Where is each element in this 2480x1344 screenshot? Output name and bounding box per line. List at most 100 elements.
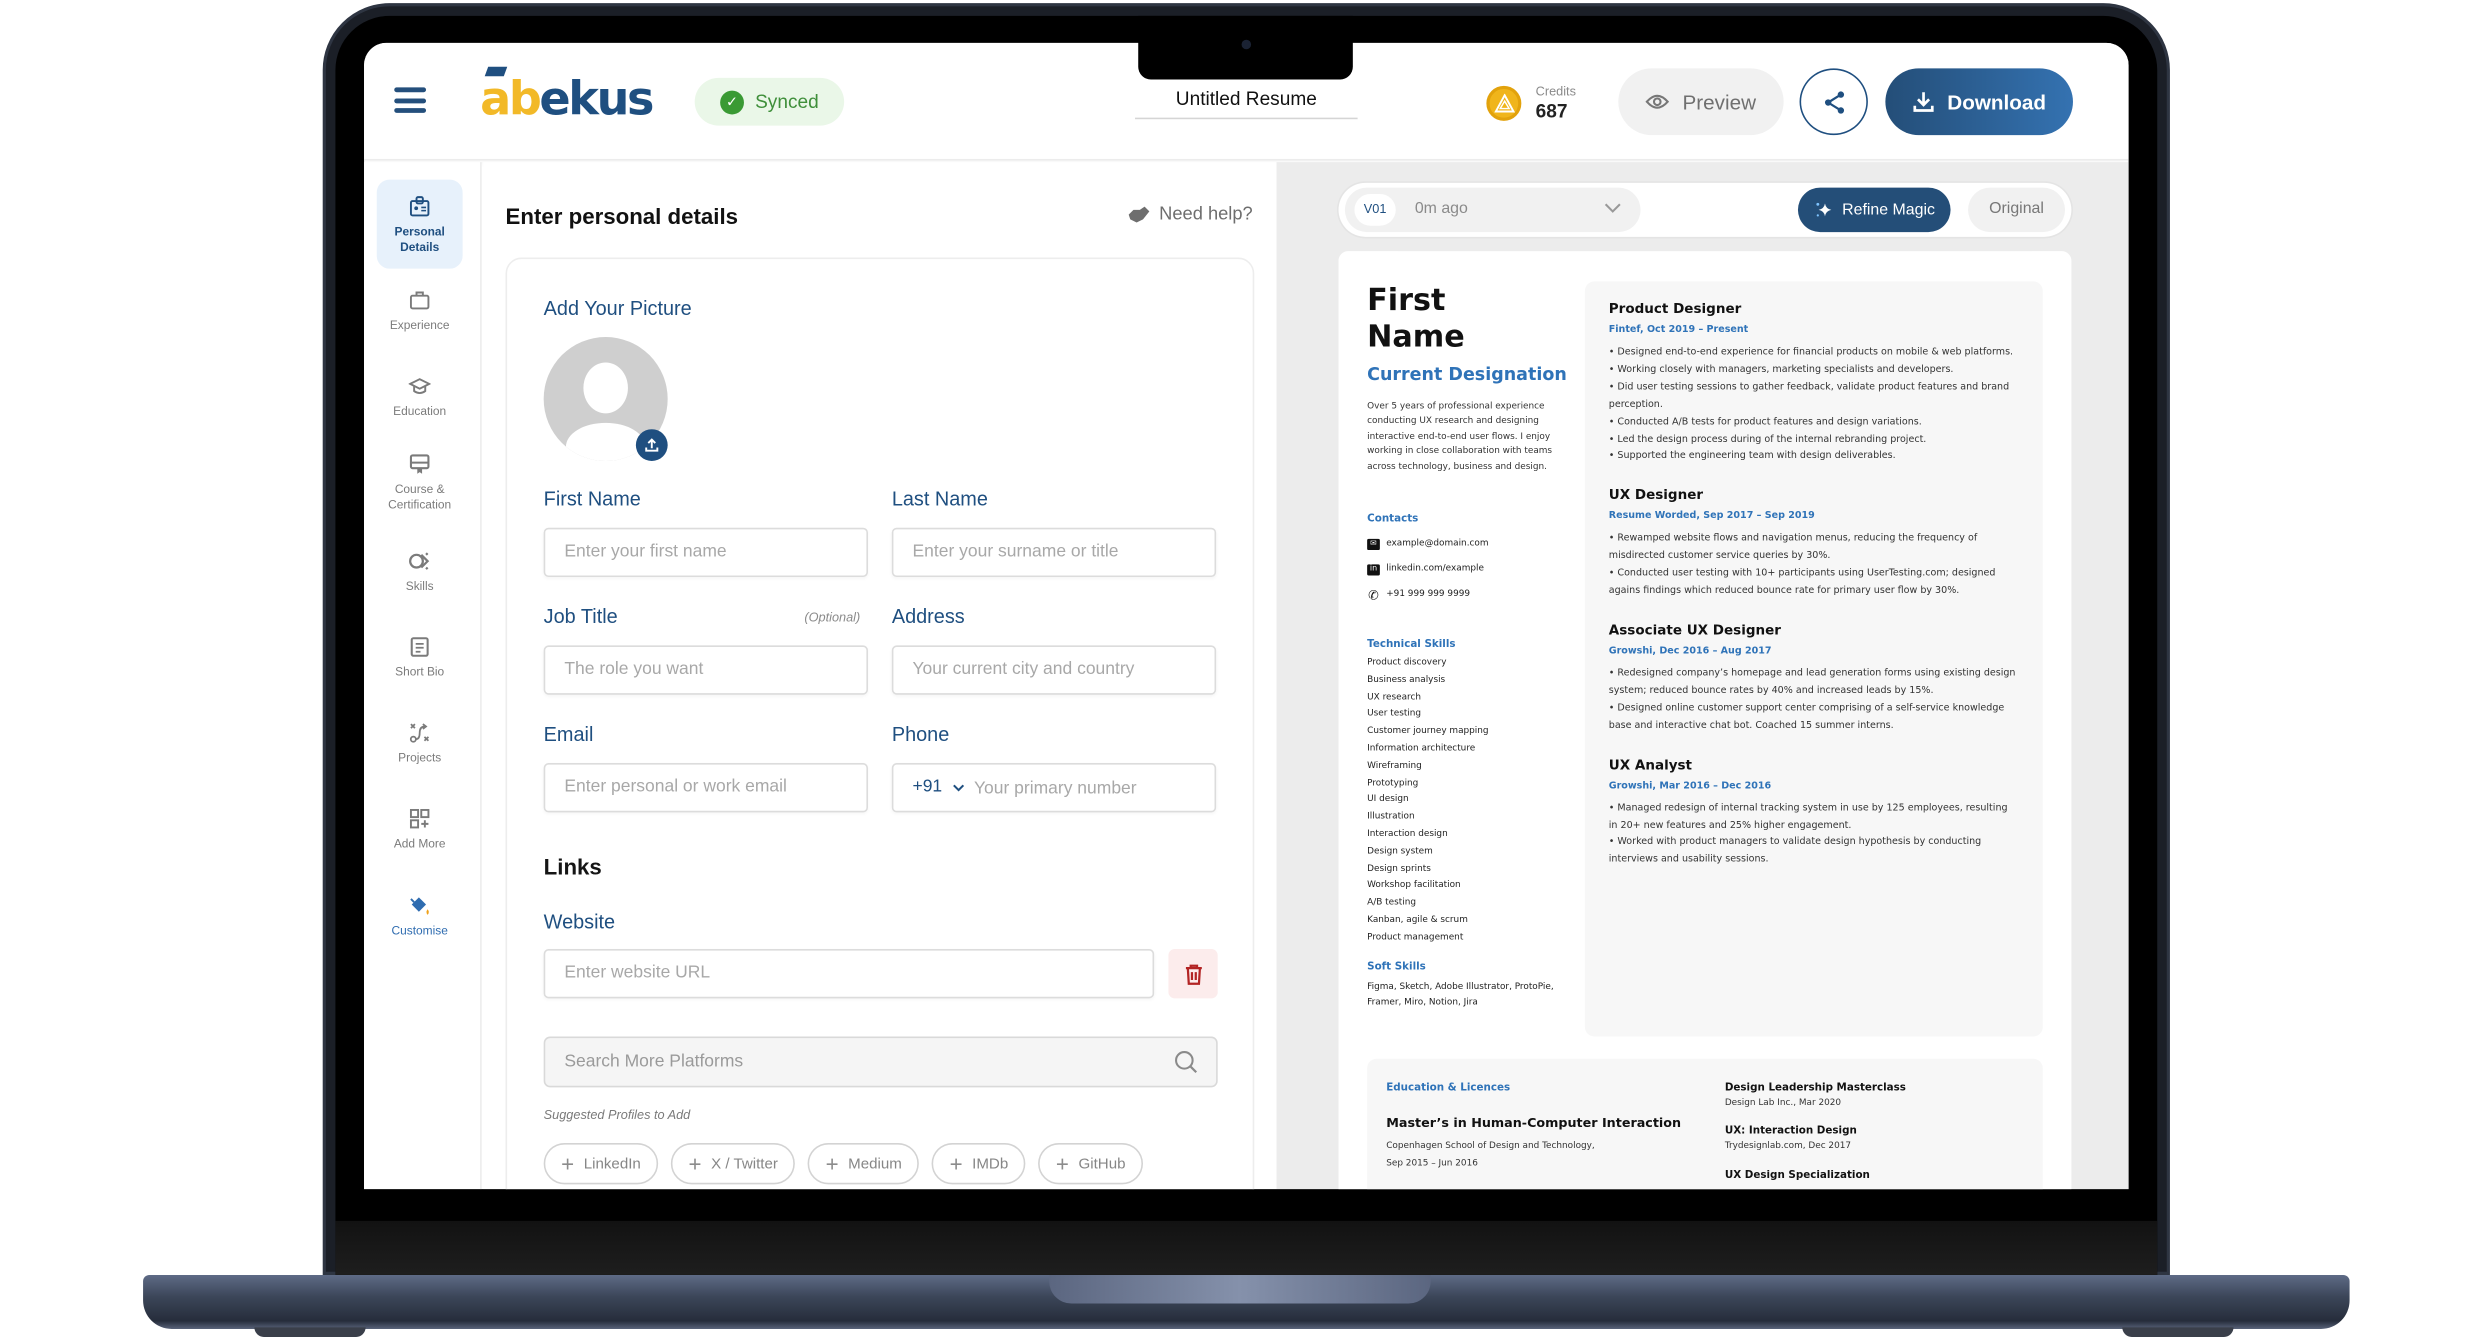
sidebar-item-label: Course & Certification [388, 481, 452, 512]
credits-value: 687 [1535, 100, 1568, 123]
sidebar-item-short-bio[interactable]: Short Bio [377, 636, 463, 681]
add-linkedin-chip[interactable]: + LinkedIn [543, 1142, 659, 1185]
last-name-input[interactable] [912, 542, 1215, 562]
technical-skills-list: Product discovery Business analysis UX res… [1367, 655, 1574, 947]
version-select[interactable]: V01 0m ago [1344, 187, 1641, 233]
certificate-issuer: Design Lab Inc., Mar 2020 [1724, 1098, 1842, 1109]
search-icon[interactable] [1173, 1049, 1198, 1074]
contact-phone-text: +91 999 999 9999 [1386, 589, 1471, 600]
credits-display: Credits 687 [1486, 78, 1576, 129]
sparkle-icon [1816, 202, 1832, 217]
website-input[interactable] [564, 963, 1153, 983]
links-heading: Links [543, 853, 602, 880]
sidebar-item-personal-details[interactable]: Personal Details [376, 179, 463, 269]
technical-skill-item: Product management [1367, 932, 1464, 943]
version-toolbar: V01 0m ago Refine Magic Original [1338, 182, 2072, 237]
menu-icon[interactable] [394, 87, 427, 113]
sidebar-item-customise[interactable]: Customise [377, 895, 463, 940]
preview-label: Preview [1682, 89, 1757, 114]
laptop-foot [254, 1327, 366, 1337]
technical-skill-item: Product discovery [1367, 658, 1447, 668]
last-name-field[interactable] [891, 527, 1217, 578]
job-company: Resume Worded, Sep 2017 – Sep 2019 [1608, 510, 1815, 522]
address-input[interactable] [912, 659, 1215, 679]
sidebar-item-skills[interactable]: Skills [377, 550, 463, 595]
chevron-down-icon[interactable] [952, 783, 965, 793]
sidebar-item-experience[interactable]: Experience [377, 289, 463, 334]
refine-magic-label: Refine Magic [1842, 201, 1935, 219]
degree-title: Master’s in Human-Computer Interaction [1386, 1115, 1682, 1131]
refine-magic-button[interactable]: Refine Magic [1797, 187, 1951, 233]
email-field[interactable] [543, 763, 868, 813]
credit-coin-icon [1486, 85, 1522, 121]
job-company: Growshi, Mar 2016 – Dec 2016 [1608, 779, 1772, 792]
sidebar-item-course-certification[interactable]: Course & Certification [377, 453, 463, 513]
job-title-field[interactable] [543, 645, 868, 695]
resume-education-section: Education & Licences Master’s in Human-C… [1367, 1058, 2043, 1190]
chip-label: IMDb [972, 1154, 1009, 1173]
search-platforms-field[interactable]: Search More Platforms [543, 1036, 1218, 1088]
resume-left-column: First Name Current Designation Over 5 ye… [1367, 283, 1574, 1013]
need-help-link[interactable]: Need help? [1127, 205, 1253, 224]
sidebar-item-label: Short Bio [395, 664, 445, 679]
phone-input[interactable] [973, 778, 1181, 798]
address-field[interactable] [891, 645, 1217, 695]
job-title: Product Designer [1608, 302, 1742, 318]
technical-skill-item: Workshop facilitation [1367, 881, 1461, 891]
download-icon [1913, 92, 1934, 112]
add-github-chip[interactable]: + GitHub [1038, 1142, 1143, 1185]
technical-skill-item: Illustration [1367, 812, 1415, 823]
grid-plus-icon [409, 808, 430, 829]
sidebar-item-projects[interactable]: Projects [377, 722, 463, 767]
contact-linkedin-text: linkedin.com/example [1386, 564, 1484, 574]
plus-icon: + [1055, 1150, 1069, 1177]
section-sidebar: Personal Details Experience Education Co… [364, 162, 482, 1190]
first-name-input[interactable] [564, 542, 867, 562]
version-tag: V01 [1354, 193, 1396, 226]
technical-skill-item: Interaction design [1367, 829, 1448, 840]
laptop-base-notch [1049, 1274, 1431, 1304]
job-bullets: • Rewamped website flows and navigation … [1608, 533, 1996, 597]
certificate-title: UX: Interaction Design [1724, 1123, 1857, 1137]
add-medium-chip[interactable]: + Medium [808, 1142, 920, 1185]
app-logo[interactable]: abekus [480, 66, 654, 126]
skills-icon [409, 552, 430, 570]
resume-last-name: Name [1367, 319, 1465, 355]
add-imdb-chip[interactable]: + IMDb [932, 1142, 1026, 1185]
download-button[interactable]: Download [1885, 68, 2073, 136]
contact-email-text: example@domain.com [1386, 538, 1489, 549]
add-twitter-chip[interactable]: + X / Twitter [671, 1142, 796, 1185]
resume-preview-panel: V01 0m ago Refine Magic Original First N… [1276, 162, 2129, 1190]
country-code-select[interactable]: +91 [912, 765, 942, 811]
sidebar-item-label: Add More [393, 836, 446, 851]
resume-experience-column: Product Designer Fintef, Oct 2019 – Pres… [1584, 281, 2043, 1037]
sidebar-item-education[interactable]: Education [377, 375, 463, 420]
upload-photo-button[interactable] [635, 429, 668, 462]
phone-field[interactable]: +91 [891, 763, 1217, 813]
job-title-input[interactable] [564, 659, 867, 679]
picture-label: Add Your Picture [543, 297, 692, 320]
address-label: Address [891, 605, 965, 628]
email-input[interactable] [564, 777, 867, 797]
document-title[interactable]: Untitled Resume [1135, 81, 1358, 120]
technical-skills-heading: Technical Skills [1367, 637, 1456, 651]
technical-skill-item: User testing [1367, 709, 1422, 720]
original-toggle-button[interactable]: Original [1968, 187, 2066, 233]
sidebar-item-add-more[interactable]: Add More [377, 808, 463, 853]
delete-website-button[interactable] [1168, 949, 1218, 999]
phone-icon: ✆ [1368, 587, 1379, 602]
trash-icon [1185, 963, 1202, 985]
device-mockup: abekus ✓ Synced Untitled Resume Credits … [0, 0, 2480, 1343]
share-icon [1824, 90, 1844, 113]
sidebar-item-label: Customise [391, 923, 448, 938]
first-name-field[interactable] [543, 527, 868, 578]
plus-icon: + [949, 1150, 963, 1177]
graduation-cap-icon [484, 66, 508, 77]
preview-button[interactable]: Preview [1618, 68, 1784, 136]
technical-skill-item: Wireframing [1367, 761, 1422, 771]
share-button[interactable] [1799, 68, 1868, 136]
job-bullets: • Designed end-to-end experience for fin… [1608, 346, 2014, 462]
website-field[interactable] [543, 949, 1155, 999]
optional-hint: (Optional) [804, 610, 861, 625]
job-title: Associate UX Designer [1608, 623, 1781, 640]
